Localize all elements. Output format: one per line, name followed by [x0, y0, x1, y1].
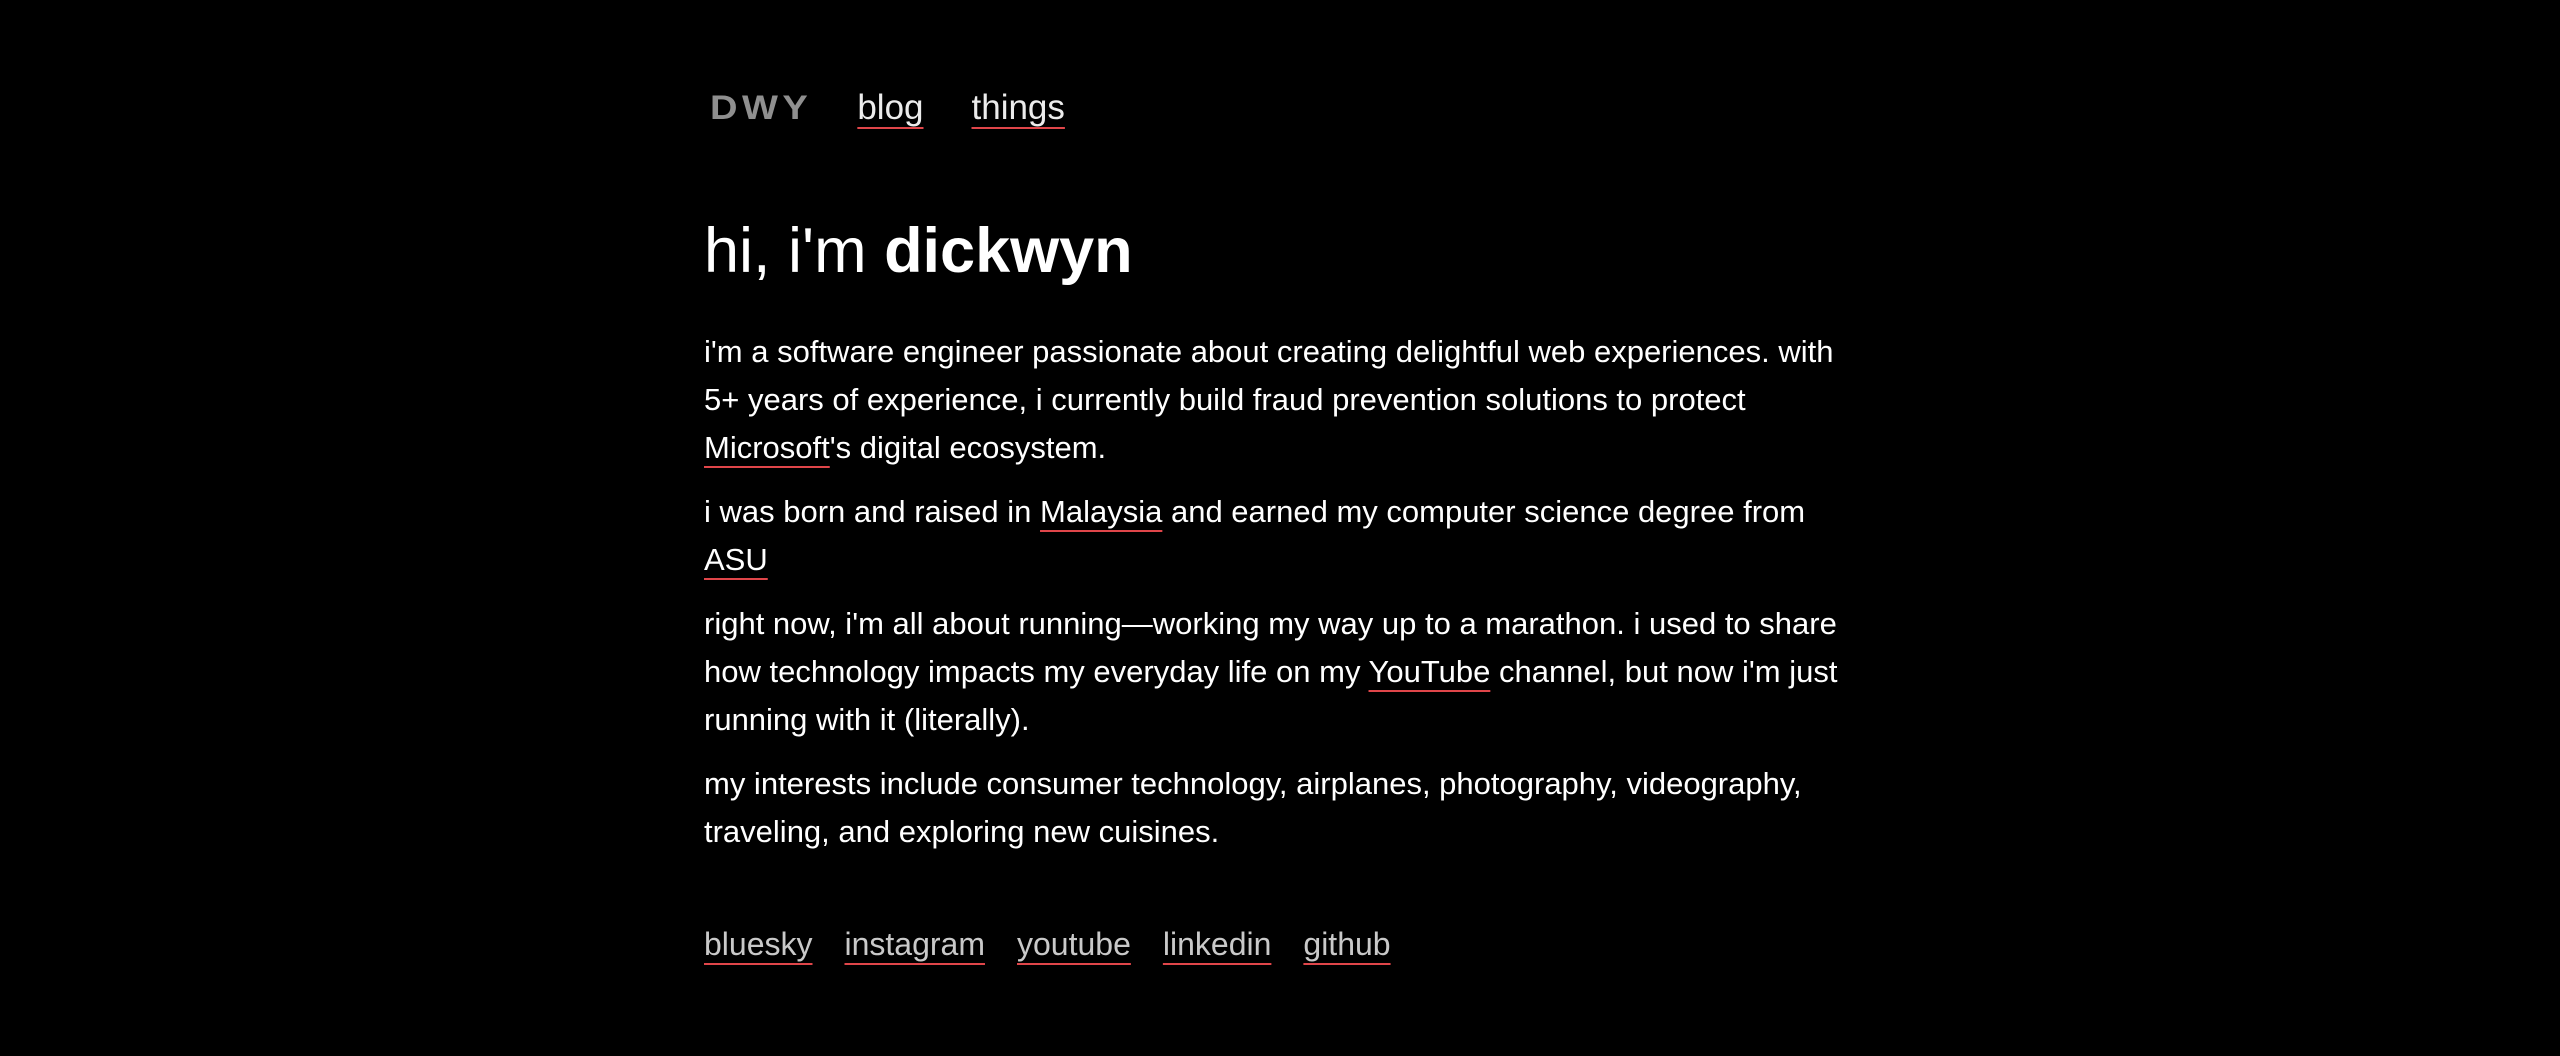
bio-paragraph-work: i'm a software engineer passionate about… [704, 328, 1864, 472]
bio-text: and earned my computer science degree fr… [1162, 494, 1806, 529]
site-logo[interactable]: DWY [710, 84, 812, 132]
asu-link[interactable]: ASU [704, 542, 768, 577]
malaysia-link[interactable]: Malaysia [1040, 494, 1162, 529]
microsoft-link[interactable]: Microsoft [704, 430, 830, 465]
social-link-instagram[interactable]: instagram [845, 920, 986, 968]
youtube-channel-link[interactable]: YouTube [1369, 654, 1491, 689]
greeting-text: hi, i'm [704, 216, 885, 286]
social-link-bluesky[interactable]: bluesky [704, 920, 813, 968]
bio-text: 's digital ecosystem. [829, 430, 1107, 465]
bio-section: i'm a software engineer passionate about… [704, 328, 1864, 872]
bio-paragraph-origin: i was born and raised in Malaysia and ea… [704, 488, 1864, 584]
bio-paragraph-running: right now, i'm all about running—working… [704, 600, 1864, 744]
social-link-youtube[interactable]: youtube [1017, 920, 1131, 968]
nav-link-blog[interactable]: blog [857, 84, 923, 132]
nav-link-things[interactable]: things [972, 84, 1065, 132]
social-links: bluesky instagram youtube linkedin githu… [704, 920, 1423, 968]
social-link-github[interactable]: github [1303, 920, 1390, 968]
page-title: hi, i'm dickwyn [704, 213, 1133, 289]
bio-paragraph-interests: my interests include consumer technology… [704, 766, 1802, 849]
bio-text: i'm a software engineer passionate about… [704, 334, 1834, 417]
top-nav: DWY blog things [704, 84, 1113, 132]
social-link-linkedin[interactable]: linkedin [1163, 920, 1272, 968]
bio-text: i was born and raised in [704, 494, 1041, 529]
author-name: dickwyn [884, 216, 1133, 286]
